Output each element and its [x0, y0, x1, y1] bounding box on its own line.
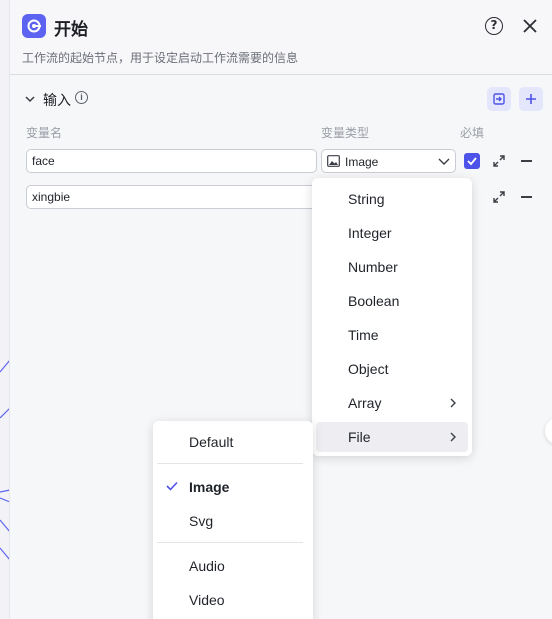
variable-type-select[interactable]: Image: [321, 149, 456, 173]
input-section-title[interactable]: 输入: [43, 90, 71, 110]
chevron-down-icon: [438, 158, 450, 165]
variable-name-input[interactable]: face: [26, 149, 317, 173]
chevron-right-icon: [450, 398, 456, 408]
expand-icon[interactable]: [493, 155, 505, 167]
menu-item-string[interactable]: String: [316, 184, 468, 214]
submenu-item-video[interactable]: Video: [157, 585, 309, 615]
page-title: 开始: [54, 20, 88, 40]
menu-item-label: Array: [348, 395, 382, 411]
variable-type-menu: String Integer Number Boolean Time Objec…: [312, 178, 472, 456]
submenu-item-label: Image: [189, 479, 230, 495]
node-description: 工作流的起始节点，用于设定启动工作流需要的信息: [22, 51, 299, 65]
required-checkbox[interactable]: [464, 153, 480, 169]
check-icon: [467, 157, 477, 166]
import-icon: [493, 93, 505, 105]
submenu-item-svg[interactable]: Svg: [157, 506, 309, 536]
submenu-item-default[interactable]: Default: [157, 427, 309, 457]
column-header-required: 必填: [460, 126, 485, 140]
menu-item-array[interactable]: Array: [316, 388, 468, 418]
panel-header: 开始 ? 工作流的起始节点，用于设定启动工作流需要的信息: [10, 0, 552, 75]
add-variable-button[interactable]: [519, 87, 543, 111]
file-type-submenu: Default Image Svg Audio Video: [153, 421, 313, 619]
type-select-value: Image: [345, 155, 379, 169]
menu-item-integer[interactable]: Integer: [316, 218, 468, 248]
chevron-right-icon: [450, 432, 456, 442]
menu-item-number[interactable]: Number: [316, 252, 468, 282]
divider: [157, 463, 303, 464]
info-icon[interactable]: i: [75, 91, 88, 104]
image-icon: [327, 155, 340, 167]
column-header-name: 变量名: [26, 126, 63, 140]
chevron-down-icon[interactable]: [24, 93, 36, 105]
menu-item-label: File: [348, 429, 371, 445]
remove-variable-button[interactable]: [521, 196, 532, 198]
column-header-type: 变量类型: [321, 126, 370, 140]
check-icon: [166, 481, 178, 491]
menu-item-time[interactable]: Time: [316, 320, 468, 350]
plus-icon: [526, 94, 536, 104]
close-icon[interactable]: [520, 16, 540, 36]
help-icon[interactable]: ?: [485, 17, 503, 35]
menu-item-file[interactable]: File: [316, 422, 468, 452]
submenu-item-audio[interactable]: Audio: [157, 551, 309, 581]
menu-item-boolean[interactable]: Boolean: [316, 286, 468, 316]
import-button[interactable]: [487, 87, 511, 111]
submenu-item-image[interactable]: Image: [157, 472, 309, 502]
variable-name-input[interactable]: xingbie: [26, 185, 317, 209]
start-node-icon: [22, 14, 46, 38]
expand-icon[interactable]: [493, 191, 505, 203]
divider: [157, 542, 303, 543]
menu-item-object[interactable]: Object: [316, 354, 468, 384]
remove-variable-button[interactable]: [521, 160, 532, 162]
